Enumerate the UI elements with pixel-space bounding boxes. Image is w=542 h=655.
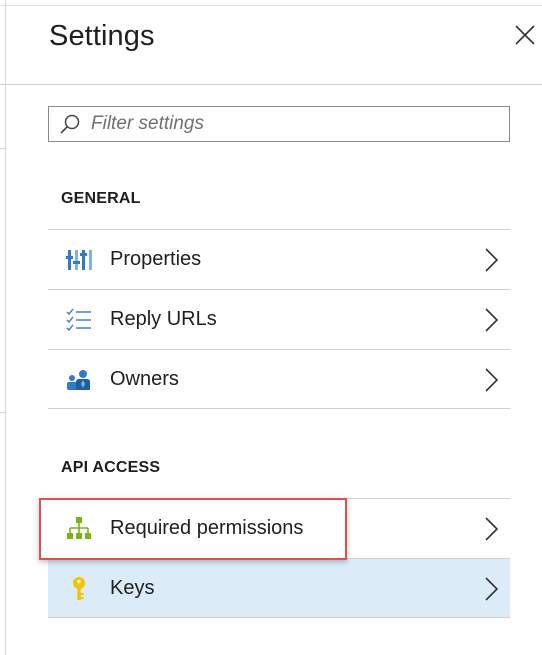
top-border: [0, 5, 542, 6]
settings-item-label: Keys: [110, 577, 155, 599]
chevron-right-icon: [485, 308, 499, 332]
checklist-icon: [66, 308, 91, 332]
settings-item-keys[interactable]: Keys: [48, 558, 510, 618]
settings-item-reply-urls[interactable]: Reply URLs: [48, 289, 510, 349]
search-icon: [60, 114, 80, 134]
section-header-general: GENERAL: [61, 190, 141, 207]
properties-icon: [66, 250, 92, 270]
settings-item-label: Reply URLs: [110, 308, 217, 330]
settings-item-required-permissions[interactable]: Required permissions: [48, 498, 510, 558]
page-title: Settings: [49, 20, 155, 52]
chevron-right-icon: [485, 368, 499, 392]
filter-settings-input[interactable]: [91, 111, 491, 137]
section-header-api-access: API ACCESS: [61, 459, 161, 476]
close-button[interactable]: [510, 20, 540, 50]
filter-settings-field[interactable]: [48, 106, 510, 142]
general-list: Properties Reply URLs Owners: [48, 229, 510, 409]
owners-icon: [67, 370, 90, 390]
chevron-right-icon: [485, 577, 499, 601]
settings-item-owners[interactable]: Owners: [48, 349, 510, 409]
chevron-right-icon: [485, 248, 499, 272]
key-icon: [73, 577, 85, 600]
api-access-list: Required permissions Keys: [48, 498, 510, 618]
underlying-blade-edge: [0, 0, 6, 655]
header-divider: [6, 84, 542, 85]
chevron-right-icon: [485, 517, 499, 541]
permissions-hierarchy-icon: [67, 517, 91, 539]
settings-item-properties[interactable]: Properties: [48, 229, 510, 289]
close-icon: [515, 25, 535, 45]
settings-item-label: Properties: [110, 248, 202, 270]
settings-item-label: Owners: [110, 368, 179, 390]
settings-item-label: Required permissions: [110, 517, 304, 539]
